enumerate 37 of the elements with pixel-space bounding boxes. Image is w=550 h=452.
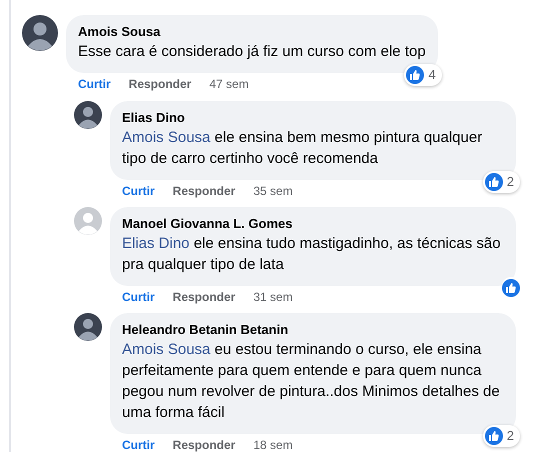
avatar-icon[interactable] [22, 15, 58, 51]
timestamp[interactable]: 31 sem [253, 288, 293, 306]
author-name[interactable]: Elias Dino [122, 109, 504, 127]
reply-link[interactable]: Responder [172, 182, 236, 200]
mention-link[interactable]: Amois Sousa [122, 341, 210, 358]
like-link[interactable]: Curtir [122, 436, 155, 452]
reaction-badge[interactable] [502, 277, 520, 299]
reply-link[interactable]: Responder [172, 288, 236, 306]
timestamp[interactable]: 18 sem [253, 436, 293, 452]
like-link[interactable]: Curtir [78, 75, 111, 93]
thumbs-up-icon [484, 427, 503, 445]
timestamp[interactable]: 35 sem [253, 182, 293, 200]
author-name[interactable]: Amois Sousa [78, 23, 426, 41]
thumbs-up-icon [406, 66, 424, 84]
reaction-badge[interactable]: 4 [404, 64, 442, 86]
comment-text: Amois Sousa ele ensina bem mesmo pintura qualquer tipo de carro certinho você recomenda [122, 128, 484, 169]
thumbs-up-icon [484, 173, 503, 191]
reaction-badge[interactable]: 2 [482, 425, 520, 447]
like-link[interactable]: Curtir [122, 288, 155, 306]
author-name[interactable]: Manoel Giovanna L. Gomes [122, 215, 504, 233]
reaction-count: 2 [506, 173, 514, 192]
like-link[interactable]: Curtir [122, 182, 155, 200]
reply-link[interactable]: Responder [172, 436, 236, 452]
mention-link[interactable]: Elias Dino [122, 235, 190, 252]
author-name[interactable]: Heleandro Betanin Betanin [122, 321, 504, 339]
comment-text: Amois Sousa eu estou terminando o curso, ele ensina perfeitamente para quem entende e para quem nunca pegou num revolver de pintura..dos Minimos detalhes de uma forma fácil [122, 340, 501, 423]
avatar-icon[interactable] [74, 101, 102, 129]
timestamp[interactable]: 47 sem [209, 75, 249, 93]
comment-text: Elias Dino ele ensina tudo mastigadinho, as técnicas são pra qualquer tipo de lata [122, 234, 502, 275]
reaction-badge[interactable]: 2 [482, 171, 520, 193]
avatar-icon[interactable] [74, 313, 102, 341]
reaction-count: 2 [506, 427, 514, 446]
reaction-count: 4 [428, 66, 436, 84]
mention-link[interactable]: Amois Sousa [122, 129, 210, 146]
comment-text: Esse cara é considerado já fiz um curso com ele top [78, 42, 426, 62]
thumbs-up-icon [502, 279, 520, 297]
reply-link[interactable]: Responder [128, 75, 192, 93]
